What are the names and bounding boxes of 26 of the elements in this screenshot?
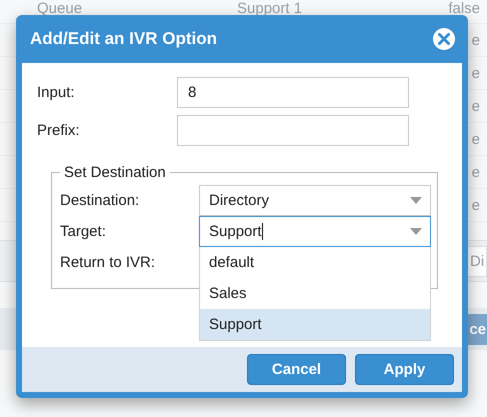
table-cell: Queue (37, 0, 82, 17)
dropdown-option[interactable]: Support (200, 309, 430, 340)
caret-icon (410, 197, 422, 204)
caret-icon (410, 228, 422, 235)
dialog-title: Add/Edit an IVR Option (30, 29, 217, 49)
table-cell: false (448, 0, 480, 17)
select-field[interactable]: Support (199, 216, 431, 247)
field-label: Prefix: (37, 122, 81, 139)
input-field[interactable]: 8 (177, 77, 409, 108)
field-label: Return to IVR: (60, 254, 156, 271)
input-field[interactable] (177, 115, 409, 146)
field-label: Target: (60, 223, 107, 240)
table-cell: e (472, 98, 480, 114)
table-cell: e (472, 64, 480, 82)
table-cell: e (472, 130, 480, 148)
field-label: Input: (37, 84, 76, 101)
table-cell: e (472, 32, 480, 48)
table-cell: e (472, 196, 480, 214)
close-icon[interactable] (432, 27, 456, 51)
dropdown-option[interactable]: default (200, 247, 430, 278)
fieldset-legend: Set Destination (60, 164, 170, 181)
field-label: Destination: (60, 192, 140, 209)
dropdown-option[interactable]: Sales (200, 278, 430, 309)
table-cell: e (472, 164, 480, 180)
select-field[interactable]: Directory (199, 185, 431, 216)
table-cell: Support 1 (237, 0, 302, 17)
